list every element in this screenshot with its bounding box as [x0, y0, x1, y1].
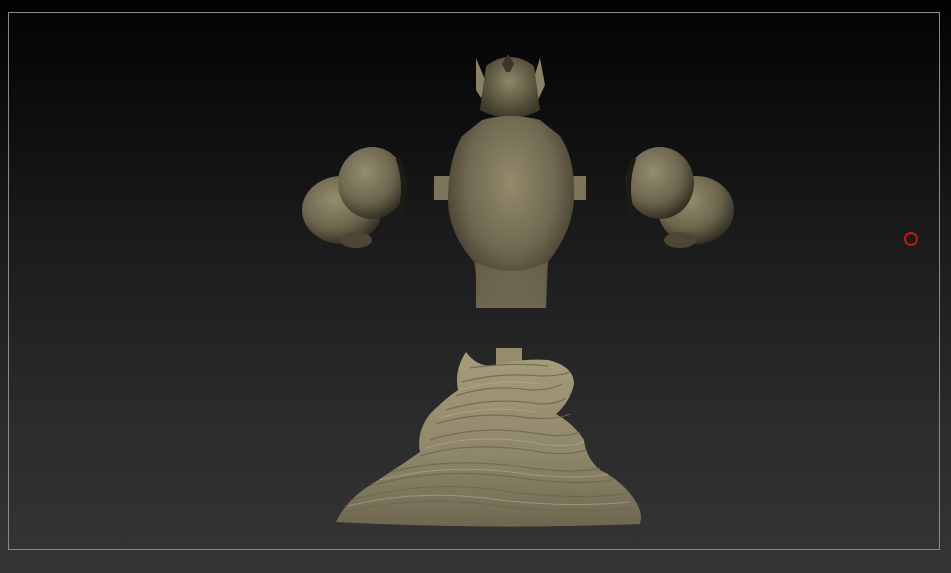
model-head[interactable] — [476, 54, 545, 118]
sculpt-scene[interactable] — [0, 0, 951, 573]
left-hand — [340, 232, 372, 248]
right-arm-upper — [626, 147, 694, 219]
canvas-viewport[interactable] — [0, 0, 951, 573]
model-left-arm[interactable] — [302, 147, 406, 248]
right-hand — [664, 232, 696, 248]
left-arm-upper — [338, 147, 406, 219]
circle-marker-icon[interactable] — [904, 232, 918, 246]
model-right-arm[interactable] — [626, 147, 734, 248]
model-base[interactable] — [336, 348, 641, 527]
model-torso[interactable] — [434, 116, 586, 308]
